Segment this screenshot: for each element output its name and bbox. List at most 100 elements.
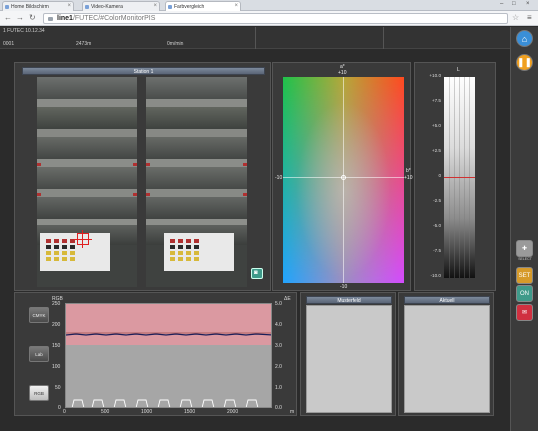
pause-icon: ❚❚ (516, 57, 533, 67)
master-sample-swatch (306, 305, 392, 413)
rgb-button[interactable]: RGB (29, 385, 49, 401)
speed-value: 0m/min (167, 41, 184, 47)
a-axis-top-value: +10 (338, 70, 347, 76)
select-button[interactable]: ✚ (516, 240, 533, 257)
l-tick: 0 (438, 173, 441, 178)
header-divider (255, 27, 256, 49)
b-axis-label: b* (406, 168, 411, 174)
x-tick: 1500 (184, 409, 196, 415)
measurement-point (341, 175, 346, 180)
rgb-series-line (66, 333, 271, 336)
cmyk-button[interactable]: CMYK (29, 307, 49, 323)
delta-e-tick: 3.0 (275, 343, 282, 349)
window-close-icon[interactable]: × (526, 1, 530, 7)
master-sample-title: Musterfeld (306, 296, 392, 304)
page-icon (85, 5, 89, 9)
close-tab-icon[interactable]: × (234, 3, 238, 9)
rgb-tick: 0 (58, 405, 61, 411)
delta-e-series-line (71, 399, 259, 407)
url-path: /FUTEC/#ColorMonitorPIS (72, 15, 156, 22)
snapshot-button[interactable]: ◙ (251, 268, 263, 279)
header-divider (383, 27, 384, 49)
set-button[interactable]: SET (516, 267, 533, 284)
home-button[interactable]: ⌂ (516, 30, 533, 47)
rgb-tick: 50 (55, 385, 61, 391)
minimize-icon[interactable]: – (500, 1, 503, 7)
l-scale-title: L (457, 67, 460, 73)
maximize-icon[interactable]: □ (512, 1, 516, 7)
trend-plot[interactable] (65, 303, 272, 408)
pause-button[interactable]: ❚❚ (516, 54, 533, 71)
reload-icon[interactable]: ↻ (29, 14, 36, 22)
x-tick: 0 (63, 409, 66, 415)
camera-image-right[interactable] (146, 77, 247, 287)
status-header: 1 FUTEC 10.12.34 0001 2473m 0m/min (0, 27, 510, 49)
rgb-tick: 100 (52, 364, 61, 370)
address-bar: ← → ↻ line1/FUTEC/#ColorMonitorPIS ☆ ≡ (0, 11, 538, 26)
l-tick: +2.5 (431, 148, 441, 153)
l-tick: +5.0 (431, 123, 441, 128)
system-label: 1 FUTEC 10.12.34 (3, 28, 45, 34)
camera-icon: ◙ (254, 270, 258, 276)
camera-panel: Station 1 ◙ (14, 62, 271, 291)
x-tick: 500 (101, 409, 110, 415)
delta-e-tick: 0.0 (275, 405, 282, 411)
l-tick: +10.0 (429, 73, 441, 78)
close-button[interactable]: ✉ (516, 304, 533, 321)
current-sample-swatch (404, 305, 490, 413)
l-tick: +7.5 (431, 98, 441, 103)
l-tick: -5.0 (433, 223, 441, 228)
delta-e-tick: 4.0 (275, 322, 282, 328)
browser-tab-bar: Home Bildschirm × Video-Kamera × Farbver… (0, 0, 538, 11)
camera-image-left[interactable] (37, 77, 137, 287)
order-number: 0001 (3, 41, 15, 47)
x-axis-unit: m (290, 409, 295, 415)
tab-label: Farbvergleich (174, 4, 205, 10)
forward-icon[interactable]: → (16, 14, 24, 22)
rgb-tick: 200 (52, 322, 61, 328)
lab-button[interactable]: Lab (29, 346, 49, 362)
delta-e-tick: 5.0 (275, 301, 282, 307)
l-tick: -10.0 (430, 273, 441, 278)
plus-icon: ✚ (521, 246, 528, 252)
page-info-icon (48, 17, 53, 21)
browser-tab-home[interactable]: Home Bildschirm × (2, 1, 74, 11)
rgb-tick: 150 (52, 343, 61, 349)
bookmark-star-icon[interactable]: ☆ (512, 13, 519, 22)
rgb-tick: 250 (52, 301, 61, 307)
lightness-marker (444, 177, 475, 178)
trend-lines (66, 332, 271, 407)
l-tick: -2.5 (433, 198, 441, 203)
b-axis-left-value: -10 (275, 175, 283, 181)
back-icon[interactable]: ← (4, 14, 12, 22)
set-label: SET (518, 272, 531, 279)
select-label: SELECT (518, 257, 532, 261)
ab-color-plane[interactable] (283, 77, 404, 283)
length-value: 2473m (76, 41, 92, 47)
tab-label: Video-Kamera (91, 4, 123, 10)
delta-e-axis-title: ΔE (284, 296, 291, 302)
x-tick: 1000 (141, 409, 153, 415)
l-tick: -7.5 (433, 248, 441, 253)
camera-panel-title: Station 1 (22, 67, 265, 75)
lightness-bar[interactable] (444, 77, 475, 278)
url-field[interactable]: line1/FUTEC/#ColorMonitorPIS (43, 13, 508, 24)
b-axis-right-value: +10 (404, 175, 413, 181)
delta-e-tick: 2.0 (275, 364, 282, 370)
browser-menu-icon[interactable]: ≡ (527, 13, 532, 22)
a-axis-bottom-value: -10 (340, 284, 348, 290)
browser-tab-video[interactable]: Video-Kamera × (82, 1, 160, 11)
right-toolbar: ⌂ ❚❚ ✚ SELECT SET ON ✉ (510, 27, 538, 431)
tab-label: Home Bildschirm (11, 4, 49, 10)
close-tab-icon[interactable]: × (153, 3, 157, 9)
close-tab-icon[interactable]: × (67, 3, 71, 9)
on-label: ON (520, 290, 529, 297)
close-envelope-icon: ✉ (521, 310, 528, 316)
home-icon: ⌂ (521, 33, 528, 44)
current-sample-title: Aktuell (404, 296, 490, 304)
on-button[interactable]: ON (516, 285, 533, 302)
browser-tab-farbvergleich[interactable]: Farbvergleich × (165, 1, 241, 11)
x-tick: 2000 (227, 409, 239, 415)
page-icon (5, 5, 9, 9)
url-domain: line1 (57, 15, 73, 22)
